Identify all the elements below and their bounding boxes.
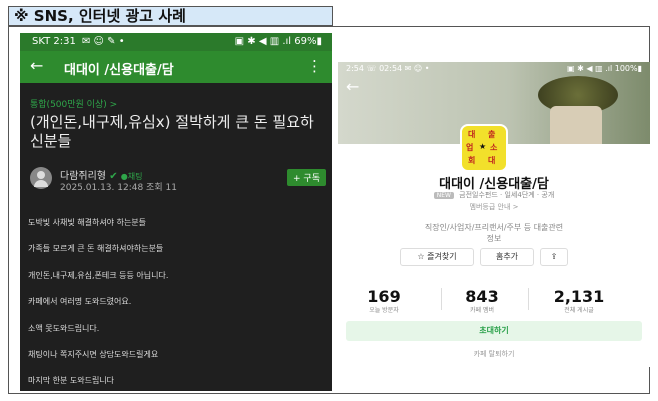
cafe-description: 직장인/사업자/프리랜서/주부 등 대출관련: [424, 223, 564, 232]
subscribe-button[interactable]: + 구독: [287, 169, 326, 186]
pot-image: [550, 106, 602, 144]
cafe-meta: NEW 금전일수펀드 · 일세4단계 · 공개: [338, 190, 650, 200]
cafe-meta-text: 금전일수펀드 · 일세4단계 · 공개: [459, 191, 555, 199]
post-date-views: 2025.01.13. 12:48 조회 11: [60, 183, 177, 193]
leave-cafe-link[interactable]: 카페 탈퇴하기: [338, 349, 650, 359]
cafe-description: 정보: [486, 234, 502, 243]
post-line: 마지막 한분 도와드립니다: [28, 376, 115, 385]
post-line: 카페에서 여러명 도와드렸어요.: [28, 297, 132, 306]
avatar[interactable]: [30, 167, 52, 189]
status-bar: SKT 2:31 ✉ ☺ ✎ • ▣ ✱ ◀ ▥ .ıl 69%▮: [20, 33, 332, 51]
status-icons: ✉ ☺ ✎ •: [82, 36, 125, 47]
status-time: 2:54: [346, 64, 364, 73]
board-link[interactable]: 통합(500만원 이상) >: [30, 97, 117, 110]
post-title: (개인돈,내구제,유심x) 절박하게 큰 돈 필요하신분들: [30, 113, 314, 150]
cafe-title: 대대이 /신용대출/담: [64, 63, 174, 78]
status-time: SKT 2:31: [32, 36, 76, 47]
stat-today-visitors: 169: [367, 287, 401, 306]
status-icons: ☏ 02:54 ✉ ☺ •: [366, 64, 430, 73]
back-arrow-icon[interactable]: ←: [346, 77, 359, 96]
stat-label: 카페 멤버: [470, 307, 494, 314]
stat-posts: 2,131: [553, 287, 605, 306]
post-line: 가족들 모르게 큰 돈 해결하셔야하는분들: [28, 244, 164, 253]
post-line: 채팅이나 쪽지주시면 상담도와드릴게요: [28, 350, 159, 359]
cafe-logo: 대 출 업 ★ 소 회 대: [460, 124, 508, 172]
favorite-button[interactable]: ☆ 즐겨찾기: [400, 248, 474, 266]
status-left: 2:54 ☏ 02:54 ✉ ☺ •: [346, 64, 430, 73]
right-phone-screenshot: 2:54 ☏ 02:54 ✉ ☺ • ▣ ✱ ◀ ▥ .ıl 100%▮ ← 대…: [338, 62, 650, 367]
caption: ※ SNS, 인터넷 광고 사례: [8, 6, 333, 26]
more-menu-icon[interactable]: ⋮: [307, 57, 322, 75]
app-bar: ← 대대이 /신용대출/담 ⋮: [20, 51, 332, 83]
status-right: ▣ ✱ ◀ ▥ .ıl 100%▮: [567, 64, 642, 73]
stat-members: 843: [465, 287, 499, 306]
left-phone-screenshot: SKT 2:31 ✉ ☺ ✎ • ▣ ✱ ◀ ▥ .ıl 69%▮ ← 대대이 …: [20, 33, 332, 391]
post-line: 도박빚 사채빚 해결하셔야 하는분들: [28, 218, 147, 227]
divider: [528, 288, 529, 310]
new-badge: NEW: [433, 192, 454, 199]
post-line: 개인돈,내구제,유심,폰테크 등등 아닙니다.: [28, 271, 169, 280]
share-icon[interactable]: ⇪: [540, 248, 568, 266]
stat-label: 전체 게시글: [564, 307, 594, 314]
invite-button[interactable]: 초대하기: [346, 321, 642, 341]
add-home-button[interactable]: 홈추가: [480, 248, 534, 266]
member-grade-link[interactable]: 멤버등급 안내 >: [338, 202, 650, 212]
post-line: 소액 못도와드립니다.: [28, 324, 100, 333]
status-right: ▣ ✱ ◀ ▥ .ıl 69%▮: [234, 36, 322, 47]
back-arrow-icon[interactable]: ←: [30, 56, 43, 75]
stat-label: 오늘 방문자: [369, 307, 399, 314]
